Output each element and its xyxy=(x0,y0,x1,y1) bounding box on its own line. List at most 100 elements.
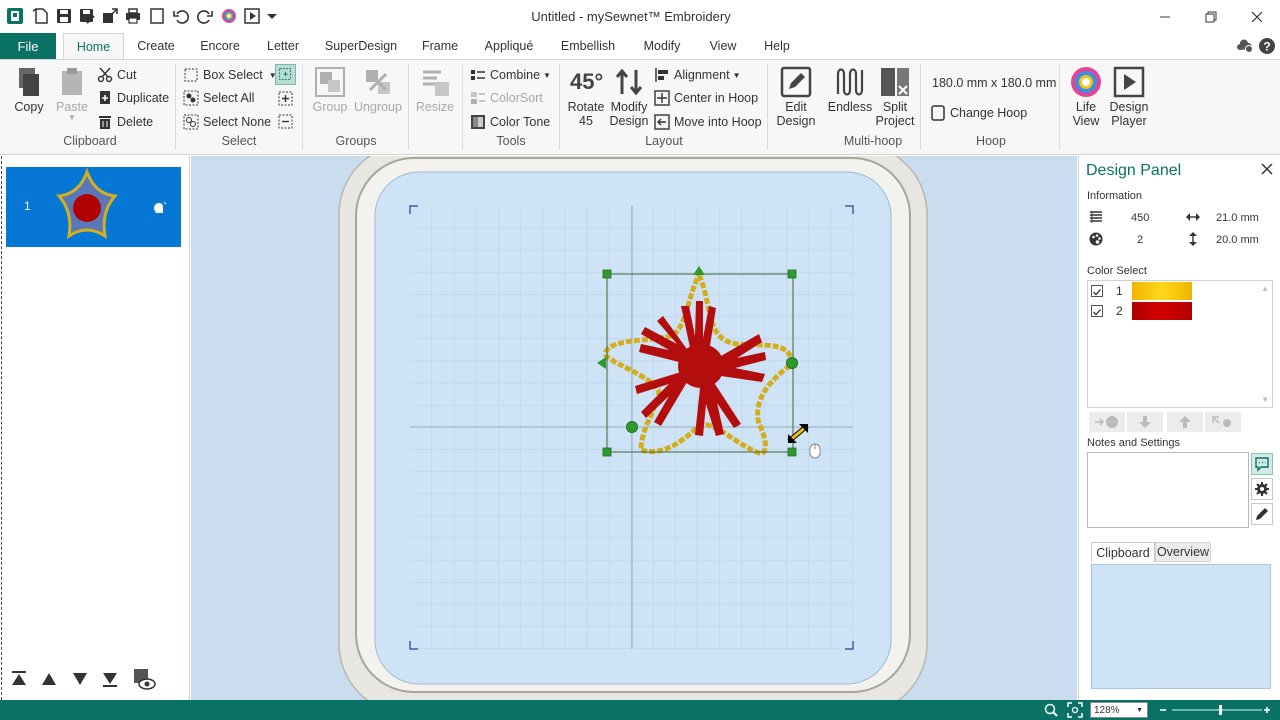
gear-icon xyxy=(1255,482,1269,496)
color-1-swatch[interactable] xyxy=(1132,282,1192,300)
center-in-hoop-icon xyxy=(654,90,670,106)
modify-label: Modify xyxy=(610,100,648,114)
color-move-up-button[interactable] xyxy=(1167,412,1203,432)
speech-bubble-icon xyxy=(1255,457,1269,472)
select-all-button[interactable]: Select All xyxy=(183,88,254,108)
select-mode-toggle[interactable] xyxy=(275,64,296,85)
add-to-selection-button[interactable] xyxy=(276,89,295,108)
edit-design-button[interactable]: Edit Design xyxy=(773,66,819,128)
color-tone-button[interactable]: Color Tone xyxy=(470,112,550,132)
restore-button[interactable] xyxy=(1188,0,1234,33)
merge-colors-icon xyxy=(1212,416,1231,427)
colorsort-icon xyxy=(471,92,485,104)
settings-button[interactable] xyxy=(1251,478,1273,500)
zoom-slider[interactable] xyxy=(1158,703,1272,717)
move-up-button[interactable] xyxy=(36,666,62,692)
scroll-up-icon[interactable]: ▲ xyxy=(1261,284,1269,293)
tab-embellish[interactable]: Embellish xyxy=(553,33,623,59)
box-select-button[interactable]: Box Select ▼ xyxy=(183,65,277,85)
life-view-button[interactable]: Life View xyxy=(1064,66,1108,128)
height-icon xyxy=(1189,232,1197,246)
color-move-down-button[interactable] xyxy=(1127,412,1163,432)
layer-options-icon[interactable] xyxy=(150,199,168,217)
color-2-checkbox[interactable] xyxy=(1091,305,1103,317)
rotate-handle[interactable] xyxy=(786,357,798,369)
color-1-checkbox[interactable] xyxy=(1091,285,1103,297)
ungroup-button[interactable]: Ungroup xyxy=(352,66,404,114)
tab-home[interactable]: Home xyxy=(63,33,124,59)
group-separator xyxy=(408,64,409,150)
tab-encore[interactable]: Encore xyxy=(193,33,247,59)
help-icon[interactable]: ? xyxy=(1258,37,1276,55)
tab-help[interactable]: Help xyxy=(756,33,798,59)
zoom-to-fit-icon[interactable] xyxy=(1067,702,1083,718)
modify-design-button[interactable]: Modify Design xyxy=(607,66,651,128)
paste-button[interactable]: Paste ▼ xyxy=(52,66,92,122)
group-button[interactable]: Group xyxy=(308,66,352,114)
duplicate-button[interactable]: Duplicate xyxy=(97,88,169,108)
select-none-button[interactable]: Select None xyxy=(183,112,271,132)
center-in-hoop-label: Center in Hoop xyxy=(674,91,759,105)
zoom-to-rectangle-icon[interactable] xyxy=(1043,702,1059,718)
tab-create[interactable]: Create xyxy=(130,33,182,59)
visibility-button[interactable] xyxy=(129,666,159,692)
design-label: Design xyxy=(1109,100,1149,114)
scroll-down-icon[interactable]: ▼ xyxy=(1261,395,1269,404)
split-project-label: Project xyxy=(875,114,915,128)
tab-view[interactable]: View xyxy=(702,33,744,59)
multihoop-group-label: Multi-hoop xyxy=(843,134,903,148)
tab-letter[interactable]: Letter xyxy=(257,33,309,59)
tools-group-label: Tools xyxy=(496,134,526,148)
move-down-button[interactable] xyxy=(67,666,93,692)
file-menu-button[interactable]: File xyxy=(0,33,56,59)
alignment-button[interactable]: Alignment ▼ xyxy=(654,65,741,85)
resize-button[interactable]: Resize xyxy=(413,66,457,114)
minimize-button[interactable] xyxy=(1142,0,1188,33)
color-merge-button[interactable] xyxy=(1205,412,1241,432)
move-to-bottom-button[interactable] xyxy=(97,666,123,692)
notes-textarea[interactable] xyxy=(1087,452,1249,528)
move-to-top-button[interactable] xyxy=(6,666,32,692)
cut-button[interactable]: Cut xyxy=(97,65,136,85)
notes-settings-label: Notes and Settings xyxy=(1087,437,1180,449)
zoom-select[interactable]: 128% ▼ xyxy=(1090,702,1148,718)
split-project-button[interactable]: Split Project xyxy=(871,66,919,128)
paste-icon xyxy=(62,68,82,95)
arrow-to-top-icon xyxy=(12,671,26,685)
cloud-settings-icon[interactable] xyxy=(1236,37,1254,55)
close-panel-icon[interactable] xyxy=(1261,163,1273,175)
tab-superdesign[interactable]: SuperDesign xyxy=(320,33,402,59)
width-icon xyxy=(1186,213,1200,221)
palette-icon xyxy=(1089,232,1103,246)
copy-button[interactable]: Copy xyxy=(10,66,48,114)
checkmark-icon xyxy=(1093,309,1101,316)
combine-button[interactable]: Combine ▼ xyxy=(470,65,551,85)
center-in-hoop-button[interactable]: Center in Hoop xyxy=(654,88,758,108)
remove-from-selection-button[interactable] xyxy=(276,112,295,131)
copy-icon xyxy=(19,68,39,96)
close-window-button[interactable] xyxy=(1234,0,1280,33)
apply-color-button[interactable] xyxy=(1089,412,1125,432)
tab-applique[interactable]: Appliqué xyxy=(476,33,542,59)
edit-notes-button[interactable] xyxy=(1251,503,1273,525)
endless-button[interactable]: Endless xyxy=(827,66,873,114)
tab-overview[interactable]: Overview xyxy=(1155,542,1211,562)
tab-modify[interactable]: Modify xyxy=(634,33,690,59)
colorsort-button[interactable]: ColorSort xyxy=(470,88,543,108)
resize-icon xyxy=(423,70,449,96)
color-2-swatch[interactable] xyxy=(1132,302,1192,320)
layer-item[interactable]: 1 xyxy=(6,167,181,247)
delete-button[interactable]: Delete xyxy=(97,112,153,132)
design-player-button[interactable]: Design Player xyxy=(1106,66,1152,128)
change-hoop-button[interactable]: Change Hoop xyxy=(930,103,1027,123)
tab-clipboard[interactable]: Clipboard xyxy=(1091,542,1155,562)
design-canvas[interactable] xyxy=(191,156,1077,700)
move-into-hoop-button[interactable]: Move into Hoop xyxy=(654,112,762,132)
colorsort-label: ColorSort xyxy=(490,91,543,105)
center-handle[interactable] xyxy=(626,421,638,433)
rotate-angle-label: 45 xyxy=(579,114,593,128)
tab-frame[interactable]: Frame xyxy=(414,33,466,59)
notes-button[interactable] xyxy=(1251,453,1273,475)
rotate-45-button[interactable]: 45° Rotate 45 xyxy=(564,66,608,128)
hoop-group-label: Hoop xyxy=(976,134,1006,148)
